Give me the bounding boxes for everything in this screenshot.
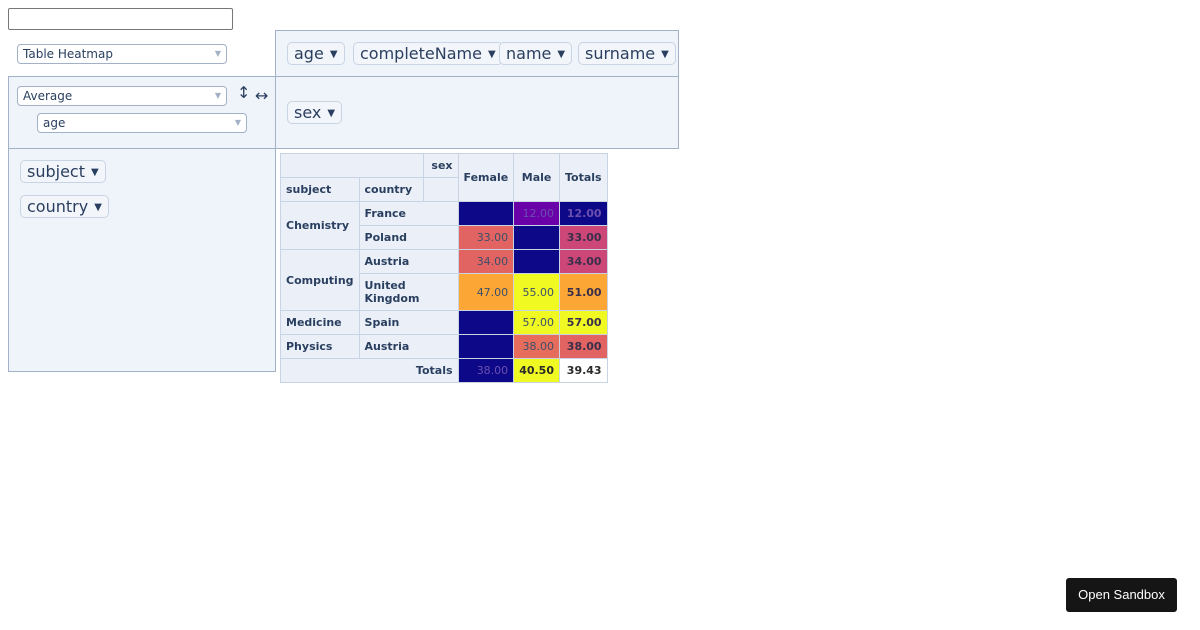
- row-attr-header-subject: subject: [280, 177, 360, 202]
- row-order-icon[interactable]: ↕: [237, 84, 250, 102]
- chevron-down-icon: ▼: [234, 118, 241, 127]
- attr-label: subject: [27, 162, 85, 181]
- col-header-female: Female: [457, 153, 515, 202]
- attr-label: completeName: [360, 44, 482, 63]
- col-attrs-panel: sex ▼: [275, 76, 679, 149]
- col-attr-header: sex: [422, 153, 459, 178]
- chevron-down-icon: ▼: [214, 91, 221, 100]
- heatmap-cell: [457, 201, 515, 226]
- unused-attr-completename[interactable]: completeName ▼: [353, 42, 503, 65]
- row-total-cell: 38.00: [558, 334, 608, 359]
- totals-label: Totals: [280, 358, 459, 383]
- heatmap-cell: 34.00: [457, 249, 515, 274]
- table-row: Medicine Spain 57.00 57.00: [280, 310, 608, 335]
- heatmap-cell: 38.00: [513, 334, 560, 359]
- heatmap-cell: [457, 334, 515, 359]
- aggregator-attr-select[interactable]: age ▼: [37, 113, 247, 133]
- attr-label: country: [27, 197, 89, 216]
- row-total-cell: 57.00: [558, 310, 608, 335]
- triangle-down-icon[interactable]: ▼: [330, 49, 338, 60]
- table-blank-header: [422, 177, 459, 202]
- col-header-totals: Totals: [558, 153, 608, 202]
- filter-input[interactable]: [8, 8, 233, 30]
- col-attr-sex[interactable]: sex ▼: [287, 101, 343, 124]
- row-label-subject: Medicine: [280, 310, 360, 335]
- heatmap-cell: [513, 225, 560, 250]
- aggregator-select[interactable]: Average ▼: [17, 86, 227, 106]
- aggregator-select-value: Average: [23, 89, 73, 103]
- attr-label: surname: [585, 44, 656, 63]
- row-attr-subject[interactable]: subject ▼: [20, 160, 106, 183]
- renderer-select[interactable]: Table Heatmap ▼: [17, 44, 227, 64]
- row-attrs-panel: subject ▼ country ▼: [8, 148, 276, 372]
- row-label-country: Spain: [358, 310, 459, 335]
- table-corner: [280, 153, 424, 178]
- heatmap-cell: 57.00: [513, 310, 560, 335]
- row-label-country: Austria: [358, 249, 459, 274]
- totals-row: Totals 38.00 40.50 39.43: [280, 358, 608, 383]
- attr-label: age: [294, 44, 324, 63]
- row-label-country: Austria: [358, 334, 459, 359]
- triangle-down-icon[interactable]: ▼: [94, 202, 102, 213]
- aggregator-attr-value: age: [43, 116, 66, 130]
- open-sandbox-button[interactable]: Open Sandbox: [1066, 578, 1177, 612]
- unused-attr-name[interactable]: name ▼: [499, 42, 573, 65]
- renderer-select-value: Table Heatmap: [23, 47, 113, 61]
- row-label-subject: Computing: [280, 249, 360, 311]
- attr-label: name: [506, 44, 552, 63]
- col-order-icon[interactable]: ↔: [255, 87, 268, 105]
- unused-attrs-panel: age ▼ completeName ▼ name ▼ surname ▼: [275, 30, 679, 77]
- heatmap-cell: 33.00: [457, 225, 515, 250]
- heatmap-cell: 47.00: [457, 273, 515, 311]
- row-label-subject: Chemistry: [280, 201, 360, 250]
- row-attr-header-country: country: [358, 177, 424, 202]
- heatmap-cell: 12.00: [513, 201, 560, 226]
- heatmap-cell: [457, 310, 515, 335]
- pivot-table: sex Female Male Totals subject country C…: [280, 153, 608, 383]
- row-label-subject: Physics: [280, 334, 360, 359]
- col-header-male: Male: [513, 153, 560, 202]
- heatmap-cell: [513, 249, 560, 274]
- unused-attr-surname[interactable]: surname ▼: [578, 42, 676, 65]
- triangle-down-icon[interactable]: ▼: [661, 49, 669, 60]
- triangle-down-icon[interactable]: ▼: [488, 49, 496, 60]
- chevron-down-icon: ▼: [214, 49, 221, 58]
- row-total-cell: 33.00: [558, 225, 608, 250]
- column-total-cell: 38.00: [457, 358, 515, 383]
- row-total-cell: 51.00: [558, 273, 608, 311]
- row-total-cell: 34.00: [558, 249, 608, 274]
- table-row: Chemistry France 12.00 12.00: [280, 201, 608, 250]
- column-total-cell: 39.43: [558, 358, 608, 383]
- unused-attr-age[interactable]: age ▼: [287, 42, 345, 65]
- triangle-down-icon[interactable]: ▼: [327, 108, 335, 119]
- table-row: Physics Austria 38.00 38.00: [280, 334, 608, 359]
- triangle-down-icon[interactable]: ▼: [557, 49, 565, 60]
- row-label-country: United Kingdom: [358, 273, 459, 311]
- row-label-country: Poland: [358, 225, 459, 250]
- row-attr-country[interactable]: country ▼: [20, 195, 109, 218]
- column-total-cell: 40.50: [513, 358, 560, 383]
- aggregator-panel: Average ▼ ↕ ↔ age ▼: [8, 76, 276, 149]
- row-total-cell: 12.00: [558, 201, 608, 226]
- table-row: Computing Austria 34.00 34.00: [280, 249, 608, 311]
- triangle-down-icon[interactable]: ▼: [91, 167, 99, 178]
- attr-label: sex: [294, 103, 322, 122]
- heatmap-cell: 55.00: [513, 273, 560, 311]
- row-label-country: France: [358, 201, 459, 226]
